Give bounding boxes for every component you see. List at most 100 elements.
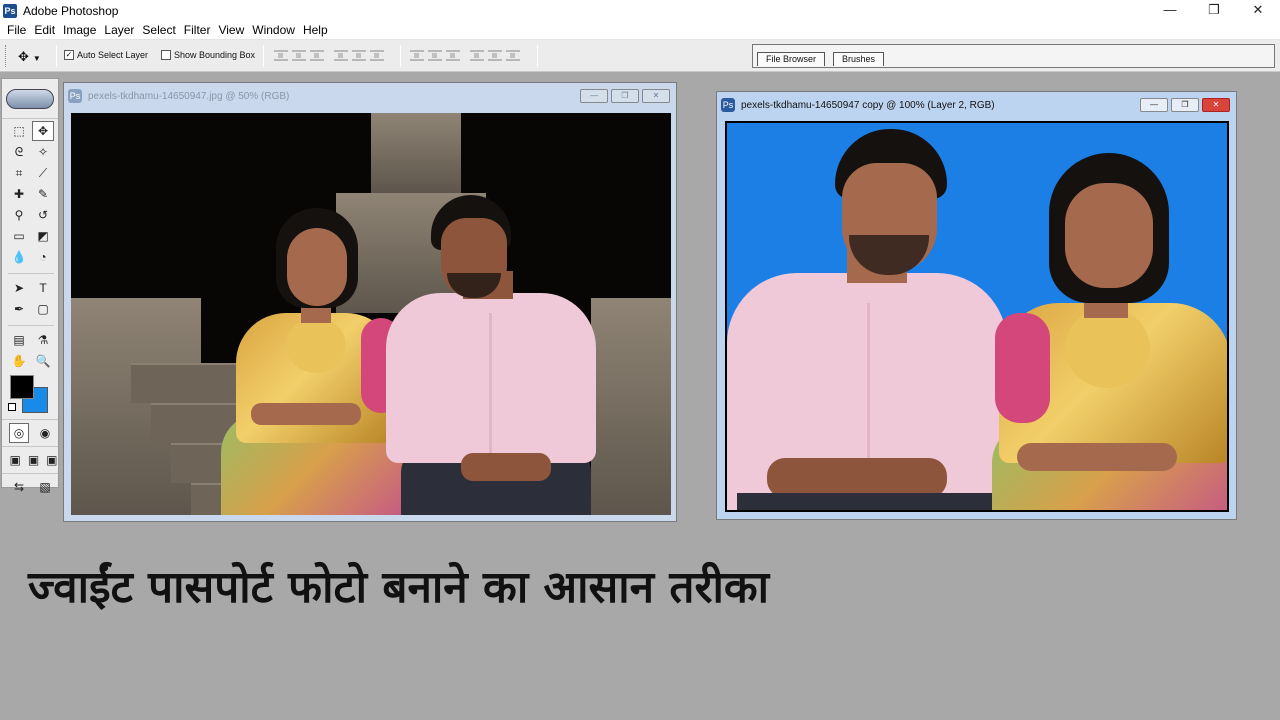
- options-bar: ✥ ▼ ✓ Auto Select Layer Show Bounding Box…: [0, 40, 1280, 72]
- hands: [251, 403, 361, 425]
- distribute-vcenter-icon[interactable]: [428, 50, 442, 61]
- slice-icon[interactable]: ⟋: [32, 163, 54, 183]
- brush-icon[interactable]: ✎: [32, 184, 54, 204]
- distribute-top-icon[interactable]: [410, 50, 424, 61]
- screen-mode-row: ▣ ▣ ▣: [2, 446, 58, 473]
- man-hands: [461, 453, 551, 481]
- menu-select[interactable]: Select: [142, 23, 175, 37]
- marquee-icon[interactable]: ⬚: [8, 121, 30, 141]
- align-hcenter-icon[interactable]: [352, 50, 366, 61]
- options-separator: [537, 45, 538, 67]
- document-title: pexels-tkdhamu-14650947.jpg @ 50% (RGB): [88, 90, 290, 102]
- zoom-icon[interactable]: 🔍: [32, 351, 54, 371]
- magic-wand-icon[interactable]: ✧: [32, 142, 54, 162]
- distribute-bottom-icon[interactable]: [446, 50, 460, 61]
- dodge-icon[interactable]: ◔: [32, 247, 54, 267]
- hand-icon[interactable]: ✋: [8, 351, 30, 371]
- notes-icon[interactable]: ▤: [8, 330, 30, 350]
- app-title: Adobe Photoshop: [23, 3, 119, 18]
- tool-preset-picker[interactable]: ✥ ▼: [18, 49, 41, 65]
- align-bottom-icon[interactable]: [310, 50, 324, 61]
- blur-icon[interactable]: 💧: [8, 247, 30, 267]
- shape-icon[interactable]: ▢: [32, 299, 54, 319]
- full-screen-icon[interactable]: ▣: [46, 450, 58, 470]
- minimize-button[interactable]: —: [1148, 0, 1192, 21]
- standard-screen-icon[interactable]: ▣: [9, 450, 21, 470]
- align-top-icon[interactable]: [274, 50, 288, 61]
- menu-image[interactable]: Image: [63, 23, 96, 37]
- show-bounding-box-checkbox[interactable]: Show Bounding Box: [161, 50, 255, 60]
- close-button[interactable]: ✕: [1236, 0, 1280, 21]
- tool-group-divider: [8, 268, 54, 274]
- document-minimize-button[interactable]: —: [1140, 98, 1168, 112]
- move-tool-icon: ✥: [18, 49, 29, 64]
- tab-brushes[interactable]: Brushes: [833, 52, 885, 66]
- eraser-icon[interactable]: ▭: [8, 226, 30, 246]
- document-minimize-button[interactable]: —: [580, 89, 608, 103]
- healing-brush-icon[interactable]: ✚: [8, 184, 30, 204]
- distribute-hcenter-icon[interactable]: [488, 50, 502, 61]
- lasso-icon[interactable]: ᘓ: [8, 142, 30, 162]
- document-canvas-copy[interactable]: [725, 121, 1229, 512]
- menu-edit[interactable]: Edit: [34, 23, 55, 37]
- jump-to-imageready-icon[interactable]: ⇆: [9, 477, 29, 497]
- document-window-copy[interactable]: Ps pexels-tkdhamu-14650947 copy @ 100% (…: [716, 91, 1237, 520]
- imageready-icon[interactable]: ▧: [35, 477, 55, 497]
- document-title: pexels-tkdhamu-14650947 copy @ 100% (Lay…: [741, 99, 995, 111]
- face: [287, 228, 347, 306]
- man-hands: [767, 458, 947, 498]
- menu-help[interactable]: Help: [303, 23, 328, 37]
- adobe-online-eye-icon[interactable]: [6, 88, 54, 109]
- menu-view[interactable]: View: [218, 23, 244, 37]
- align-vcenter-icon[interactable]: [292, 50, 306, 61]
- shirt-placket: [489, 313, 492, 453]
- align-buttons-group: [274, 50, 384, 61]
- mask-mode-row: ◎ ◉: [2, 419, 58, 446]
- stone-pillar: [371, 113, 461, 193]
- document-close-button[interactable]: ✕: [1202, 98, 1230, 112]
- saree-drape: [995, 313, 1050, 423]
- pen-icon[interactable]: ✒: [8, 299, 30, 319]
- menu-window[interactable]: Window: [252, 23, 295, 37]
- default-colors-icon[interactable]: [8, 403, 16, 411]
- quick-mask-icon[interactable]: ◉: [35, 423, 55, 443]
- eyedropper-icon[interactable]: ⚗: [32, 330, 54, 350]
- crop-icon[interactable]: ⌗: [8, 163, 30, 183]
- document-canvas-original[interactable]: [71, 113, 671, 515]
- standard-mode-icon[interactable]: ◎: [9, 423, 29, 443]
- tab-file-browser[interactable]: File Browser: [757, 52, 826, 66]
- full-screen-menu-icon[interactable]: ▣: [27, 450, 39, 470]
- type-icon[interactable]: T: [32, 278, 54, 298]
- menu-filter[interactable]: Filter: [184, 23, 211, 37]
- clone-stamp-icon[interactable]: ⚲: [8, 205, 30, 225]
- menu-file[interactable]: File: [7, 23, 26, 37]
- path-select-icon[interactable]: ➤: [8, 278, 30, 298]
- menu-layer[interactable]: Layer: [104, 23, 134, 37]
- align-left-icon[interactable]: [334, 50, 348, 61]
- face: [1065, 183, 1153, 288]
- options-grip[interactable]: [5, 45, 7, 67]
- document-restore-button[interactable]: ❐: [1171, 98, 1199, 112]
- document-window-original[interactable]: Ps pexels-tkdhamu-14650947.jpg @ 50% (RG…: [63, 82, 677, 522]
- gradient-icon[interactable]: ◩: [32, 226, 54, 246]
- distribute-right-icon[interactable]: [506, 50, 520, 61]
- distribute-left-icon[interactable]: [470, 50, 484, 61]
- document-controls: — ❐ ✕: [1140, 98, 1230, 112]
- foreground-color-swatch[interactable]: [10, 375, 34, 399]
- move-icon[interactable]: ✥: [32, 121, 54, 141]
- document-close-button[interactable]: ✕: [642, 89, 670, 103]
- necklace: [1065, 308, 1150, 388]
- headline-text: ज्वाईंट पासपोर्ट फोटो बनाने का आसान तरीक…: [28, 562, 770, 613]
- chevron-down-icon: ▼: [32, 54, 41, 63]
- document-restore-button[interactable]: ❐: [611, 89, 639, 103]
- history-brush-icon[interactable]: ↺: [32, 205, 54, 225]
- align-right-icon[interactable]: [370, 50, 384, 61]
- auto-select-layer-checkbox[interactable]: ✓ Auto Select Layer: [64, 50, 148, 60]
- hands: [1017, 443, 1177, 471]
- menu-bar: File Edit Image Layer Select Filter View…: [0, 21, 1280, 40]
- document-controls: — ❐ ✕: [580, 89, 670, 103]
- toolbox-header[interactable]: [2, 79, 58, 119]
- checkbox-checked-icon: ✓: [64, 50, 74, 60]
- options-separator: [400, 45, 401, 67]
- restore-button[interactable]: ❐: [1192, 0, 1236, 21]
